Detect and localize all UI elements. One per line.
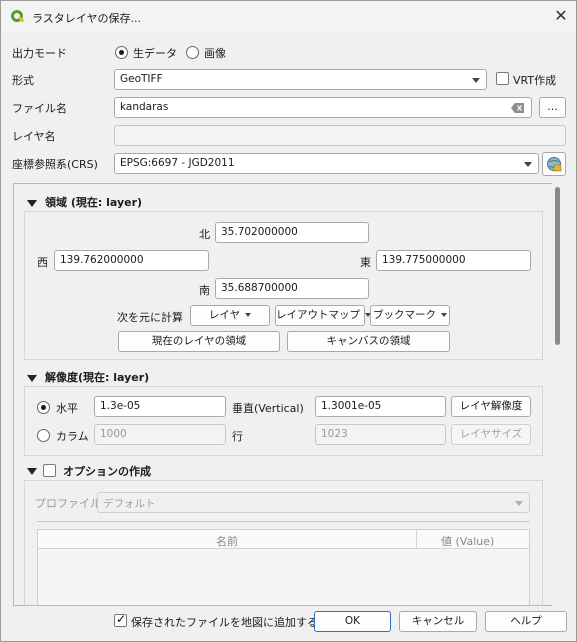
clear-icon[interactable] [511, 103, 524, 113]
collapse-triangle-icon[interactable] [27, 375, 37, 382]
vertical-label: 垂直(Vertical) [232, 402, 304, 415]
image-label: 画像 [204, 47, 226, 60]
columns-input[interactable]: 1000 [94, 424, 226, 445]
save-raster-dialog: ラスタレイヤの保存... ✕ 出力モード 生データ 画像 形式 GeoTIFF … [0, 0, 577, 642]
window-title: ラスタレイヤの保存... [32, 12, 141, 25]
north-label: 北 [199, 228, 210, 241]
chevron-down-icon [245, 313, 252, 317]
table-header: 名前 値 (Value) [38, 530, 529, 549]
crs-select[interactable]: EPSG:6697 - JGD2011 [114, 153, 539, 174]
vrt-label: VRT作成 [513, 74, 557, 87]
title-bar: ラスタレイヤの保存... ✕ [1, 1, 576, 32]
calc-layer-label: レイヤ [208, 309, 241, 321]
columns-radio[interactable] [37, 429, 50, 442]
collapse-triangle-icon[interactable] [27, 200, 37, 207]
settings-scroll-area[interactable]: 領域 (現在: layer) 北 35.702000000 西 139.7620… [13, 183, 566, 606]
add-to-map-checkbox[interactable] [114, 612, 127, 627]
calc-layout-map-button[interactable]: レイアウトマップ [275, 305, 371, 326]
current-layer-extent-button[interactable]: 現在のレイヤの領域 [118, 331, 280, 352]
crs-selector-button[interactable] [542, 152, 566, 176]
columns-label: カラム [56, 430, 89, 443]
resolution-title: 解像度(現在: layer) [45, 371, 150, 384]
extent-group: 北 35.702000000 西 139.762000000 東 139.775… [24, 211, 543, 360]
name-column-header[interactable]: 名前 [216, 533, 238, 549]
raw-data-label: 生データ [133, 47, 177, 60]
rows-label: 行 [232, 430, 243, 443]
east-label: 東 [360, 256, 371, 269]
image-radio[interactable] [186, 46, 199, 59]
close-icon[interactable]: ✕ [549, 5, 573, 27]
format-value: GeoTIFF [120, 73, 163, 85]
help-button[interactable]: ヘルプ [485, 611, 567, 632]
crs-label: 座標参照系(CRS) [12, 158, 98, 171]
output-mode-label: 出力モード [12, 47, 67, 60]
options-title: オプションの作成 [63, 465, 151, 478]
options-table[interactable]: 名前 値 (Value) [37, 529, 530, 605]
east-input[interactable]: 139.775000000 [376, 250, 531, 271]
resolution-group: 水平 1.3e-05 垂直(Vertical) 1.3001e-05 レイヤ解像… [24, 386, 543, 456]
format-select[interactable]: GeoTIFF [114, 69, 487, 90]
chevron-down-icon [472, 78, 480, 83]
layer-name-label: レイヤ名 [12, 130, 56, 143]
filename-label: ファイル名 [12, 102, 67, 115]
calc-layer-button[interactable]: レイヤ [190, 305, 270, 326]
cancel-button[interactable]: キャンセル [399, 611, 477, 632]
chevron-down-icon [515, 501, 523, 506]
calc-bookmark-label: ブックマーク [373, 309, 436, 321]
filename-value: kandaras [120, 101, 169, 113]
south-label: 南 [199, 284, 210, 297]
calc-from-label: 次を元に計算 [117, 311, 183, 324]
profile-label: プロファイル [35, 497, 101, 510]
calc-bookmark-button[interactable]: ブックマーク [370, 305, 450, 326]
add-to-map-label: 保存されたファイルを地図に追加する [131, 616, 318, 629]
layer-name-input[interactable] [114, 125, 566, 146]
crs-value: EPSG:6697 - JGD2011 [120, 157, 235, 169]
collapse-triangle-icon[interactable] [27, 468, 37, 475]
west-input[interactable]: 139.762000000 [54, 250, 209, 271]
chevron-down-icon [441, 313, 447, 317]
horizontal-radio[interactable] [37, 401, 50, 414]
raw-data-radio[interactable] [115, 46, 128, 59]
north-input[interactable]: 35.702000000 [215, 222, 369, 243]
canvas-extent-button[interactable]: キャンバスの領域 [287, 331, 450, 352]
qgis-logo-icon [11, 10, 25, 23]
options-group: プロファイル デフォルト 名前 値 (Value) [24, 480, 543, 605]
vertical-input[interactable]: 1.3001e-05 [315, 396, 446, 417]
layer-resolution-button[interactable]: レイヤ解像度 [451, 396, 531, 417]
horizontal-label: 水平 [56, 402, 78, 415]
value-column-header[interactable]: 値 (Value) [441, 533, 494, 549]
layer-size-button[interactable]: レイヤサイズ [451, 424, 531, 445]
ok-button[interactable]: OK [314, 611, 391, 632]
options-checkbox[interactable] [43, 464, 56, 477]
column-divider [416, 530, 417, 549]
browse-button[interactable]: … [539, 97, 566, 118]
rows-input[interactable]: 1023 [315, 424, 446, 445]
profile-value: デフォルト [103, 498, 156, 510]
extent-title: 領域 (現在: layer) [45, 196, 143, 209]
profile-select[interactable]: デフォルト [97, 492, 530, 513]
west-label: 西 [37, 256, 48, 269]
vrt-checkbox[interactable] [496, 72, 509, 85]
south-input[interactable]: 35.688700000 [215, 278, 369, 299]
horizontal-input[interactable]: 1.3e-05 [94, 396, 226, 417]
calc-layout-map-label: レイアウトマップ [276, 309, 360, 321]
chevron-down-icon [524, 162, 532, 167]
format-label: 形式 [12, 74, 34, 87]
filename-input[interactable]: kandaras [114, 97, 532, 118]
divider [37, 521, 530, 522]
scrollbar-thumb[interactable] [555, 187, 560, 345]
globe-icon [547, 157, 562, 172]
